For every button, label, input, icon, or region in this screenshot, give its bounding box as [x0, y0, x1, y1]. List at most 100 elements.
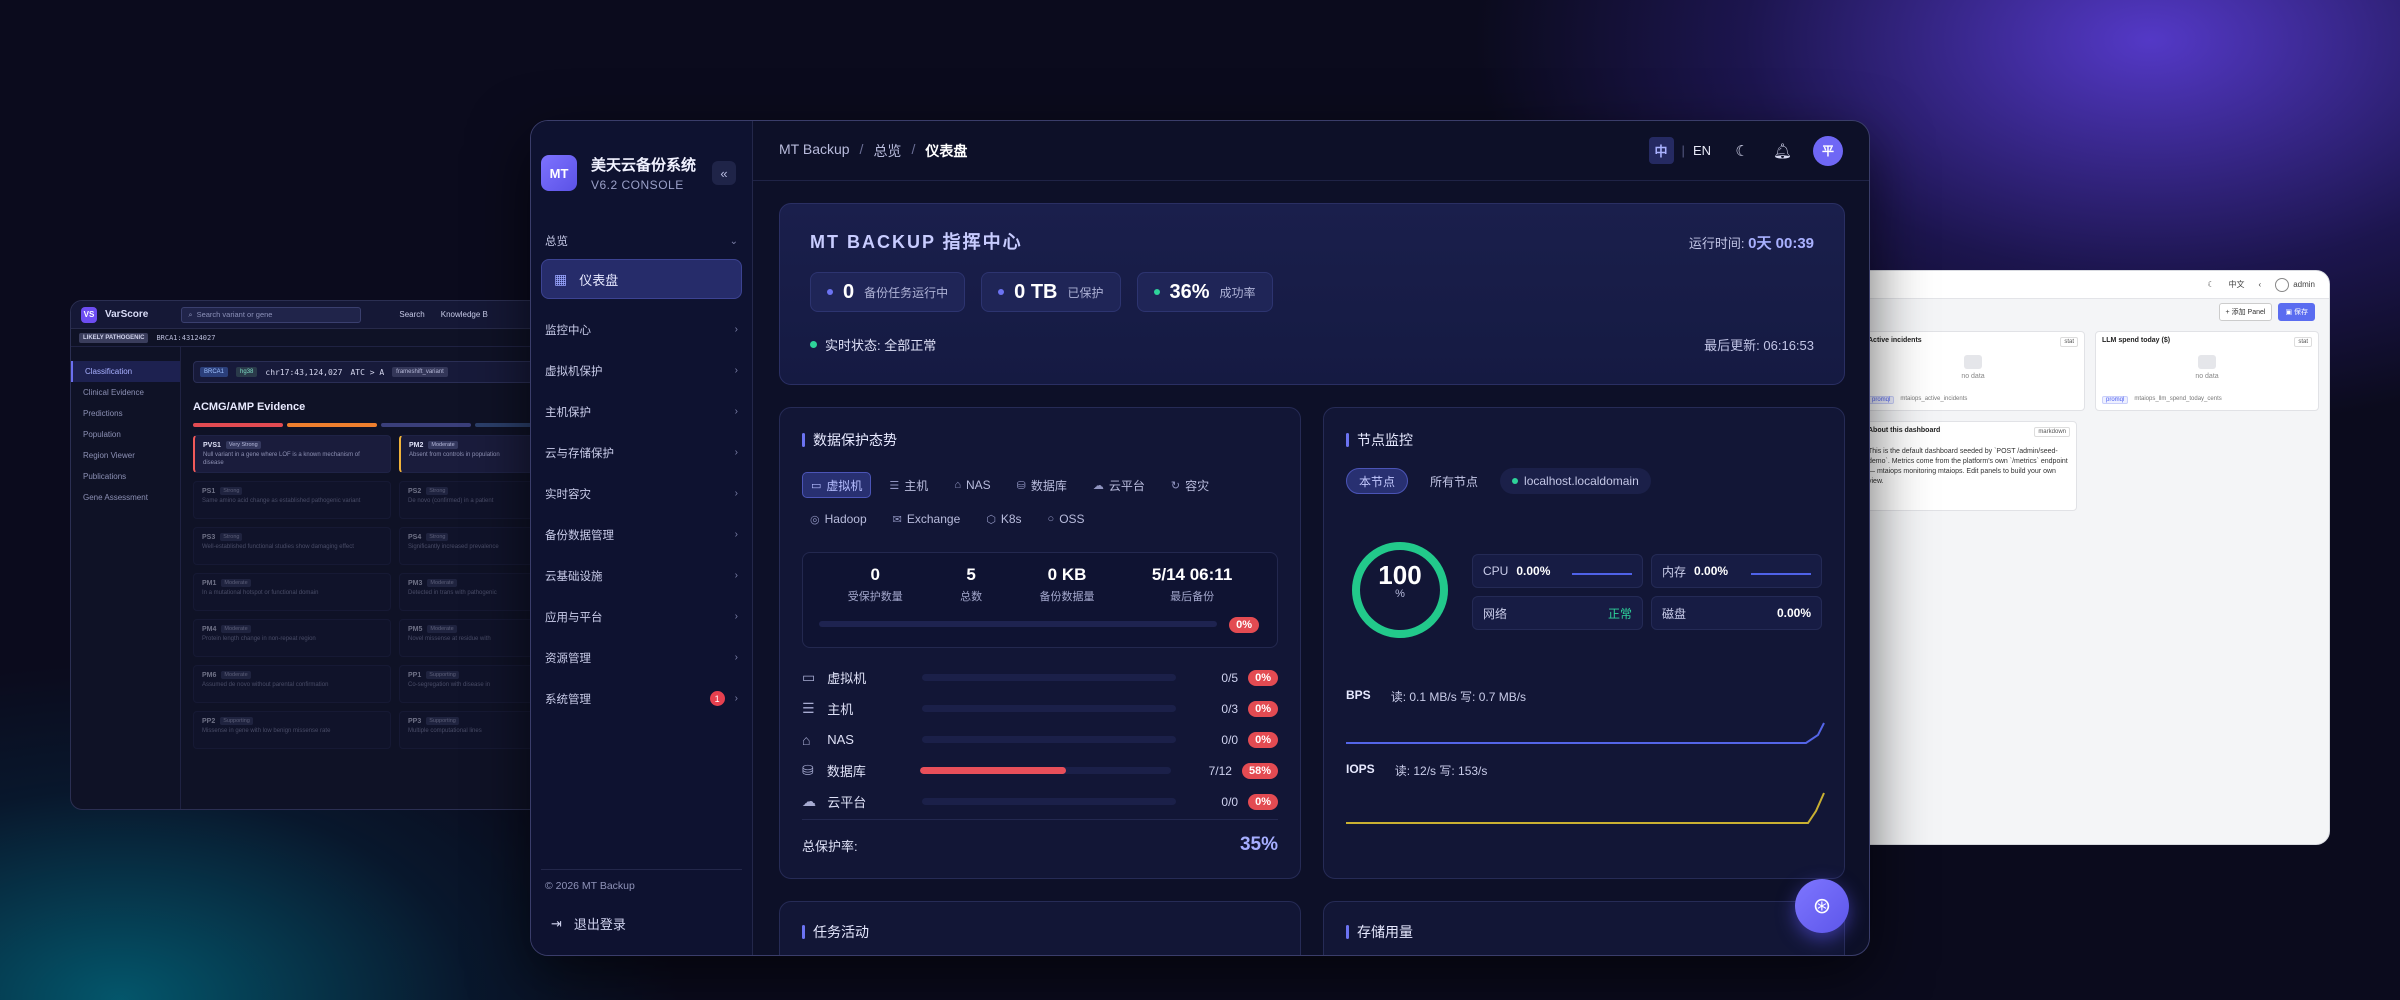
- evidence-card[interactable]: PVS1 Very Strong Null variant in a gene wh…: [193, 435, 391, 473]
- sidebar-item-host-protection[interactable]: 主机保护 ›: [531, 391, 752, 432]
- sidebar-item-cloud-infra[interactable]: 云基础设施 ›: [531, 555, 752, 596]
- tab-k8s[interactable]: ⬡ K8s: [978, 506, 1029, 532]
- user-avatar[interactable]: 平: [1813, 135, 1843, 166]
- tab-database[interactable]: ⛁ 数据库: [1009, 472, 1075, 498]
- bps-value: 读: 0.1 MB/s 写: 0.7 MB/s: [1390, 690, 1527, 704]
- moon-icon[interactable]: ☾: [1733, 142, 1751, 160]
- user-menu[interactable]: admin: [2275, 277, 2315, 292]
- panel-active-incidents[interactable]: Active incidents stat no data promql mtaio…: [1861, 331, 2085, 411]
- add-panel-button[interactable]: + 添加 Panel: [2218, 303, 2273, 321]
- uptime-label: 运行时间:: [1688, 236, 1745, 251]
- banner-stats: 0 备份任务运行中 0 TB 已保护 36% 成功率: [810, 272, 1814, 312]
- tab-cloud[interactable]: ☁ 云平台: [1085, 472, 1153, 498]
- varscore-side-item[interactable]: Gene Assessment: [71, 487, 180, 508]
- varscore-nav-search[interactable]: Search: [399, 310, 424, 319]
- monitoring-topbar: ☾ 中文 ‹ admin: [1851, 271, 2329, 299]
- tab-hadoop[interactable]: ◎ Hadoop: [802, 506, 875, 532]
- summary-total: 5 总数: [960, 565, 982, 604]
- sidebar-item-resources[interactable]: 资源管理 ›: [531, 637, 752, 678]
- cloud-icon: ☁: [1092, 479, 1104, 492]
- stat-value: 36%: [1169, 280, 1210, 303]
- varscore-nav-knowledge[interactable]: Knowledge B: [441, 310, 488, 319]
- bell-icon[interactable]: 🔔︎: [1773, 142, 1792, 160]
- evidence-tag: Moderate: [221, 671, 251, 679]
- assistant-fab-button[interactable]: ⊛: [1795, 879, 1849, 933]
- node-monitor-panel: 节点监控 本节点 所有节点 localhost.localdomain 100 …: [1323, 407, 1845, 879]
- sidebar-item-monitoring[interactable]: 监控中心 ›: [531, 309, 752, 350]
- chevron-right-icon: ›: [734, 529, 738, 540]
- chevron-right-icon: ›: [734, 693, 738, 704]
- stat-label: 成功率: [1219, 285, 1256, 300]
- about-text: This is the default dashboard seeded by …: [1868, 448, 2068, 486]
- varscore-brand: VarScore: [105, 309, 149, 320]
- empty-box-icon: [2198, 355, 2216, 369]
- varscore-search-placeholder: Search variant or gene: [196, 310, 273, 319]
- summary-protected: 0 受保护数量: [848, 565, 903, 604]
- sidebar-group-overview[interactable]: 总览 ⌄: [531, 223, 752, 259]
- tab-exchange[interactable]: ✉ Exchange: [885, 506, 969, 532]
- varscore-side-item[interactable]: Clinical Evidence: [71, 382, 180, 403]
- evidence-card[interactable]: PM6 Moderate Assumed de novo without paren…: [193, 665, 391, 703]
- varscore-side-item[interactable]: Predictions: [71, 403, 180, 424]
- row-progress-fill: [920, 767, 1066, 774]
- iops-value: 读: 12/s 写: 153/s: [1394, 764, 1488, 778]
- evidence-card[interactable]: PS1 Strong Same amino acid change as estab…: [193, 481, 391, 519]
- evidence-tag: Strong: [220, 533, 243, 541]
- tab-dr[interactable]: ↻ 容灾: [1163, 472, 1217, 498]
- storage-usage-panel: 存储用量: [1323, 901, 1845, 955]
- sidebar-item-realtime-dr[interactable]: 实时容灾 ›: [531, 473, 752, 514]
- panel-llm-spend[interactable]: LLM spend today ($) stat no data promql mt…: [2095, 331, 2319, 411]
- evidence-tag: Very Strong: [225, 441, 261, 449]
- sidebar-item-cloud-storage[interactable]: 云与存储保护 ›: [531, 432, 752, 473]
- tab-oss[interactable]: ○ OSS: [1040, 506, 1093, 532]
- status-dot: [998, 289, 1005, 295]
- panel-about[interactable]: About this dashboard markdown This is the…: [1861, 421, 2077, 511]
- evidence-card[interactable]: PM4 Moderate Protein length change in non-…: [193, 619, 391, 657]
- panel-type: stat: [2294, 337, 2312, 347]
- metric-value: 0.00%: [1516, 564, 1551, 578]
- summary-value: 5/14 06:11: [1151, 565, 1233, 584]
- node-metrics: CPU 0.00% 内存 0.00% 网络 正常 磁盘 0.00%: [1472, 554, 1822, 630]
- lang-en-button[interactable]: EN: [1693, 143, 1711, 158]
- varscore-search-input[interactable]: ⌕ Search variant or gene: [181, 306, 362, 323]
- varscore-side-item[interactable]: Classification: [71, 361, 180, 382]
- tab-host[interactable]: ☰ 主机: [881, 472, 936, 498]
- breadcrumb-root[interactable]: MT Backup: [779, 141, 850, 161]
- sidebar-item-apps-platform[interactable]: 应用与平台 ›: [531, 596, 752, 637]
- iops-line: [1346, 792, 1825, 824]
- command-center-banner: MT BACKUP 指挥中心 运行时间: 0天 00:39 0 备份任务运行中 0…: [779, 203, 1845, 385]
- collapse-sidebar-button[interactable]: «: [712, 161, 736, 185]
- varscore-side-item[interactable]: Region Viewer: [71, 445, 180, 466]
- stat-protected-size: 0 TB 已保护: [981, 272, 1121, 312]
- tab-all-nodes[interactable]: 所有节点: [1418, 468, 1490, 494]
- tab-vm[interactable]: ▭ 虚拟机: [802, 472, 872, 498]
- panel-title: 存储用量: [1346, 922, 1822, 942]
- varscore-side-item[interactable]: Publications: [71, 466, 180, 487]
- evidence-tag: Moderate: [427, 625, 457, 633]
- tab-label: 数据库: [1030, 478, 1067, 493]
- lang-zh-button[interactable]: 中: [1648, 137, 1674, 164]
- save-button[interactable]: ▣ 保存: [2278, 303, 2315, 321]
- breadcrumb-overview[interactable]: 总览: [873, 141, 901, 161]
- tab-nas[interactable]: ⌂ NAS: [946, 472, 998, 498]
- sidebar-item-backup-data[interactable]: 备份数据管理 ›: [531, 514, 752, 555]
- row-progress: [922, 705, 1177, 712]
- chevron-right-icon: ›: [734, 652, 738, 663]
- tab-this-node[interactable]: 本节点: [1346, 468, 1409, 494]
- logout-button[interactable]: ⇥ 退出登录: [531, 902, 752, 955]
- language-switch[interactable]: 中文: [2229, 279, 2245, 290]
- evidence-code: PS4: [408, 533, 422, 541]
- evidence-card[interactable]: PS3 Strong Well-established functional stu…: [193, 527, 391, 565]
- node-host-chip[interactable]: localhost.localdomain: [1500, 468, 1651, 494]
- sidebar-item-vm-protection[interactable]: 虚拟机保护 ›: [531, 350, 752, 391]
- user-name: admin: [2293, 280, 2315, 289]
- evidence-card[interactable]: PP2 Supporting Missense in gene with low b…: [193, 711, 391, 749]
- sidebar-item-system[interactable]: 系统管理 1 ›: [531, 678, 752, 719]
- metric-label: 网络: [1483, 606, 1508, 621]
- moon-icon[interactable]: ☾: [2207, 280, 2214, 289]
- sidebar-item-dashboard[interactable]: ▦ 仪表盘: [541, 259, 742, 299]
- evidence-card[interactable]: PM1 Moderate In a mutational hotspot or fu…: [193, 573, 391, 611]
- query-text: mtaiops_llm_spend_today_cents: [2134, 396, 2222, 402]
- bps-label: BPS: [1346, 688, 1371, 702]
- varscore-side-item[interactable]: Population: [71, 424, 180, 445]
